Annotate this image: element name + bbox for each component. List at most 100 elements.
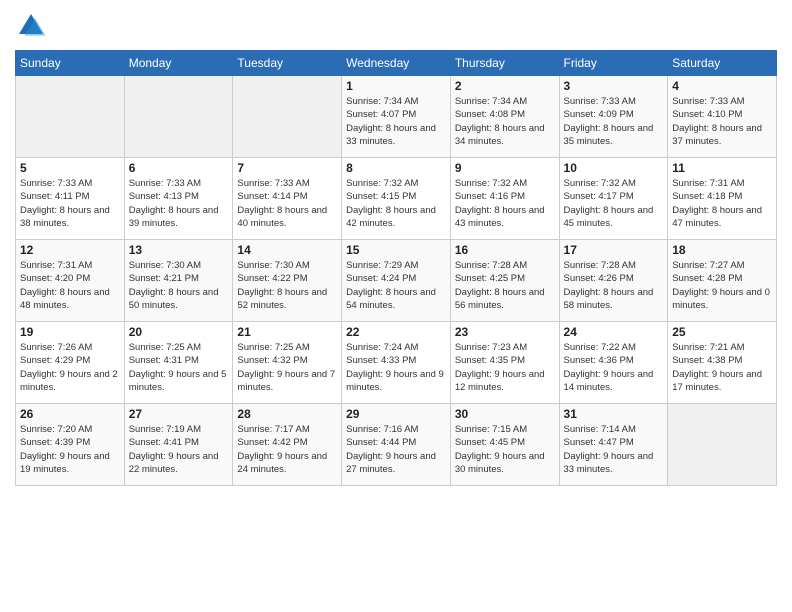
cell-daylight-info: Sunrise: 7:25 AM Sunset: 4:31 PM Dayligh…	[129, 341, 229, 394]
cell-daylight-info: Sunrise: 7:32 AM Sunset: 4:17 PM Dayligh…	[564, 177, 664, 230]
calendar-cell: 6 Sunrise: 7:33 AM Sunset: 4:13 PM Daylig…	[124, 158, 233, 240]
cell-day-number: 21	[237, 325, 337, 339]
weekday-header-friday: Friday	[559, 51, 668, 76]
calendar-cell: 5 Sunrise: 7:33 AM Sunset: 4:11 PM Daylig…	[16, 158, 125, 240]
cell-day-number: 15	[346, 243, 446, 257]
calendar-cell: 2 Sunrise: 7:34 AM Sunset: 4:08 PM Daylig…	[450, 76, 559, 158]
cell-daylight-info: Sunrise: 7:24 AM Sunset: 4:33 PM Dayligh…	[346, 341, 446, 394]
calendar-cell: 28 Sunrise: 7:17 AM Sunset: 4:42 PM Dayli…	[233, 404, 342, 486]
cell-day-number: 30	[455, 407, 555, 421]
cell-daylight-info: Sunrise: 7:27 AM Sunset: 4:28 PM Dayligh…	[672, 259, 772, 312]
cell-daylight-info: Sunrise: 7:34 AM Sunset: 4:07 PM Dayligh…	[346, 95, 446, 148]
cell-day-number: 31	[564, 407, 664, 421]
calendar-cell: 23 Sunrise: 7:23 AM Sunset: 4:35 PM Dayli…	[450, 322, 559, 404]
calendar-cell: 24Sunrise: 7:22 AM Sunset: 4:36 PM Dayli…	[559, 322, 668, 404]
calendar-cell: 16 Sunrise: 7:28 AM Sunset: 4:25 PM Dayli…	[450, 240, 559, 322]
cell-daylight-info: Sunrise: 7:26 AM Sunset: 4:29 PM Dayligh…	[20, 341, 120, 394]
calendar-cell: 7 Sunrise: 7:33 AM Sunset: 4:14 PM Daylig…	[233, 158, 342, 240]
calendar-cell: 30 Sunrise: 7:15 AM Sunset: 4:45 PM Dayli…	[450, 404, 559, 486]
cell-day-number: 20	[129, 325, 229, 339]
cell-day-number: 22	[346, 325, 446, 339]
calendar-cell: 26Sunrise: 7:20 AM Sunset: 4:39 PM Dayli…	[16, 404, 125, 486]
cell-daylight-info: Sunrise: 7:31 AM Sunset: 4:20 PM Dayligh…	[20, 259, 120, 312]
header	[15, 10, 777, 42]
calendar-cell: 21 Sunrise: 7:25 AM Sunset: 4:32 PM Dayli…	[233, 322, 342, 404]
cell-daylight-info: Sunrise: 7:28 AM Sunset: 4:25 PM Dayligh…	[455, 259, 555, 312]
cell-daylight-info: Sunrise: 7:29 AM Sunset: 4:24 PM Dayligh…	[346, 259, 446, 312]
cell-day-number: 14	[237, 243, 337, 257]
cell-day-number: 5	[20, 161, 120, 175]
calendar-cell: 3 Sunrise: 7:33 AM Sunset: 4:09 PM Daylig…	[559, 76, 668, 158]
calendar-cell: 8Sunrise: 7:32 AM Sunset: 4:15 PM Daylig…	[342, 158, 451, 240]
cell-daylight-info: Sunrise: 7:20 AM Sunset: 4:39 PM Dayligh…	[20, 423, 120, 476]
calendar-cell: 15 Sunrise: 7:29 AM Sunset: 4:24 PM Dayli…	[342, 240, 451, 322]
cell-daylight-info: Sunrise: 7:34 AM Sunset: 4:08 PM Dayligh…	[455, 95, 555, 148]
cell-day-number: 28	[237, 407, 337, 421]
calendar-cell: 25 Sunrise: 7:21 AM Sunset: 4:38 PM Dayli…	[668, 322, 777, 404]
cell-daylight-info: Sunrise: 7:31 AM Sunset: 4:18 PM Dayligh…	[672, 177, 772, 230]
calendar-week-3: 12 Sunrise: 7:31 AM Sunset: 4:20 PM Dayli…	[16, 240, 777, 322]
cell-day-number: 9	[455, 161, 555, 175]
calendar-cell: 29 Sunrise: 7:16 AM Sunset: 4:44 PM Dayli…	[342, 404, 451, 486]
cell-day-number: 16	[455, 243, 555, 257]
calendar-cell: 13 Sunrise: 7:30 AM Sunset: 4:21 PM Dayli…	[124, 240, 233, 322]
cell-daylight-info: Sunrise: 7:32 AM Sunset: 4:15 PM Dayligh…	[346, 177, 446, 230]
cell-day-number: 13	[129, 243, 229, 257]
cell-day-number: 10	[564, 161, 664, 175]
calendar-cell: 27Sunrise: 7:19 AM Sunset: 4:41 PM Dayli…	[124, 404, 233, 486]
calendar-cell	[668, 404, 777, 486]
cell-day-number: 4	[672, 79, 772, 93]
cell-day-number: 29	[346, 407, 446, 421]
calendar-week-1: 1Sunrise: 7:34 AM Sunset: 4:07 PM Daylig…	[16, 76, 777, 158]
calendar-cell: 4 Sunrise: 7:33 AM Sunset: 4:10 PM Daylig…	[668, 76, 777, 158]
calendar-cell: 11 Sunrise: 7:31 AM Sunset: 4:18 PM Dayli…	[668, 158, 777, 240]
cell-daylight-info: Sunrise: 7:14 AM Sunset: 4:47 PM Dayligh…	[564, 423, 664, 476]
cell-daylight-info: Sunrise: 7:22 AM Sunset: 4:36 PM Dayligh…	[564, 341, 664, 394]
calendar-week-4: 19Sunrise: 7:26 AM Sunset: 4:29 PM Dayli…	[16, 322, 777, 404]
logo	[15, 10, 51, 42]
cell-daylight-info: Sunrise: 7:25 AM Sunset: 4:32 PM Dayligh…	[237, 341, 337, 394]
cell-day-number: 23	[455, 325, 555, 339]
cell-day-number: 11	[672, 161, 772, 175]
cell-day-number: 6	[129, 161, 229, 175]
cell-day-number: 17	[564, 243, 664, 257]
calendar-week-2: 5 Sunrise: 7:33 AM Sunset: 4:11 PM Daylig…	[16, 158, 777, 240]
cell-daylight-info: Sunrise: 7:30 AM Sunset: 4:21 PM Dayligh…	[129, 259, 229, 312]
cell-daylight-info: Sunrise: 7:33 AM Sunset: 4:14 PM Dayligh…	[237, 177, 337, 230]
cell-daylight-info: Sunrise: 7:33 AM Sunset: 4:11 PM Dayligh…	[20, 177, 120, 230]
calendar-cell: 12 Sunrise: 7:31 AM Sunset: 4:20 PM Dayli…	[16, 240, 125, 322]
calendar-cell: 19Sunrise: 7:26 AM Sunset: 4:29 PM Dayli…	[16, 322, 125, 404]
cell-daylight-info: Sunrise: 7:28 AM Sunset: 4:26 PM Dayligh…	[564, 259, 664, 312]
cell-day-number: 18	[672, 243, 772, 257]
calendar-cell: 22 Sunrise: 7:24 AM Sunset: 4:33 PM Dayli…	[342, 322, 451, 404]
cell-daylight-info: Sunrise: 7:17 AM Sunset: 4:42 PM Dayligh…	[237, 423, 337, 476]
cell-day-number: 25	[672, 325, 772, 339]
cell-day-number: 3	[564, 79, 664, 93]
calendar-cell	[16, 76, 125, 158]
calendar-cell	[233, 76, 342, 158]
calendar-table: SundayMondayTuesdayWednesdayThursdayFrid…	[15, 50, 777, 486]
calendar-week-5: 26Sunrise: 7:20 AM Sunset: 4:39 PM Dayli…	[16, 404, 777, 486]
calendar-cell: 10 Sunrise: 7:32 AM Sunset: 4:17 PM Dayli…	[559, 158, 668, 240]
weekday-header-monday: Monday	[124, 51, 233, 76]
calendar-cell	[124, 76, 233, 158]
cell-day-number: 2	[455, 79, 555, 93]
weekday-header-wednesday: Wednesday	[342, 51, 451, 76]
page: SundayMondayTuesdayWednesdayThursdayFrid…	[0, 0, 792, 612]
calendar-cell: 20 Sunrise: 7:25 AM Sunset: 4:31 PM Dayli…	[124, 322, 233, 404]
cell-daylight-info: Sunrise: 7:21 AM Sunset: 4:38 PM Dayligh…	[672, 341, 772, 394]
cell-daylight-info: Sunrise: 7:16 AM Sunset: 4:44 PM Dayligh…	[346, 423, 446, 476]
calendar-cell: 17 Sunrise: 7:28 AM Sunset: 4:26 PM Dayli…	[559, 240, 668, 322]
cell-daylight-info: Sunrise: 7:33 AM Sunset: 4:10 PM Dayligh…	[672, 95, 772, 148]
cell-daylight-info: Sunrise: 7:32 AM Sunset: 4:16 PM Dayligh…	[455, 177, 555, 230]
cell-daylight-info: Sunrise: 7:23 AM Sunset: 4:35 PM Dayligh…	[455, 341, 555, 394]
cell-day-number: 7	[237, 161, 337, 175]
calendar-cell: 1Sunrise: 7:34 AM Sunset: 4:07 PM Daylig…	[342, 76, 451, 158]
cell-daylight-info: Sunrise: 7:15 AM Sunset: 4:45 PM Dayligh…	[455, 423, 555, 476]
cell-daylight-info: Sunrise: 7:33 AM Sunset: 4:13 PM Dayligh…	[129, 177, 229, 230]
cell-daylight-info: Sunrise: 7:30 AM Sunset: 4:22 PM Dayligh…	[237, 259, 337, 312]
cell-day-number: 27	[129, 407, 229, 421]
cell-daylight-info: Sunrise: 7:33 AM Sunset: 4:09 PM Dayligh…	[564, 95, 664, 148]
weekday-header-tuesday: Tuesday	[233, 51, 342, 76]
cell-day-number: 12	[20, 243, 120, 257]
